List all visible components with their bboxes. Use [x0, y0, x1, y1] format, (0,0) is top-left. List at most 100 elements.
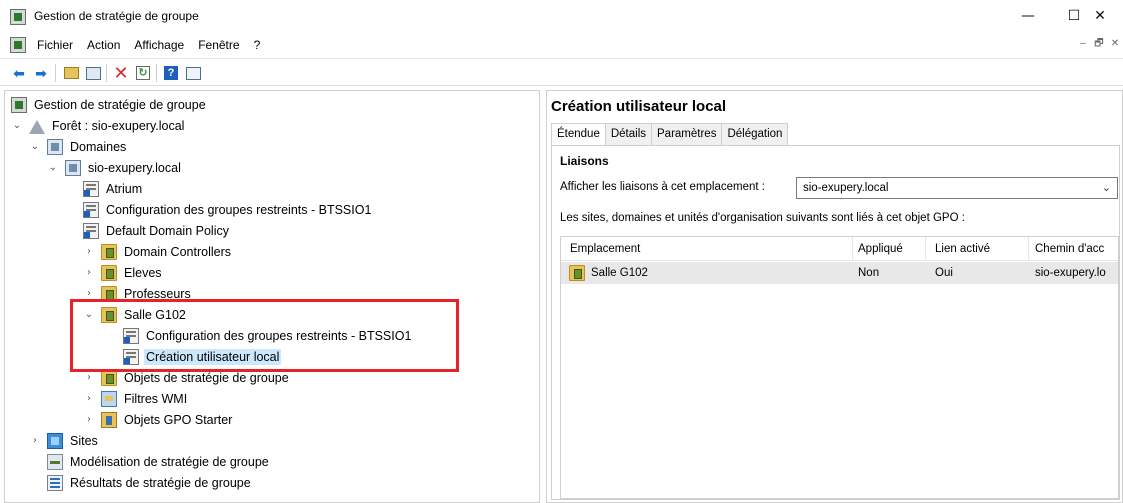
tab-details[interactable]: Détails	[604, 123, 653, 145]
sites-icon	[47, 432, 63, 449]
menu-action[interactable]: Action	[86, 38, 121, 52]
gpo-link-icon	[83, 180, 99, 197]
tab-delegation[interactable]: Délégation	[721, 123, 789, 145]
menu-fichier[interactable]: Fichier	[36, 38, 74, 52]
tab-parametres[interactable]: Paramètres	[651, 123, 723, 145]
tree-item-starter-gpo[interactable]: › Objets GPO Starter	[83, 409, 234, 430]
column-lien-active[interactable]: Lien activé	[935, 237, 990, 261]
mdi-minimize-button[interactable]: –	[1075, 36, 1091, 52]
chevron-right-icon[interactable]: ›	[83, 246, 95, 258]
chevron-down-icon[interactable]: ⌄	[1102, 178, 1111, 198]
tree-item-label: Atrium	[106, 181, 143, 196]
column-applique[interactable]: Appliqué	[858, 237, 903, 261]
tree-item-atrium[interactable]: Atrium	[83, 178, 144, 199]
menu-affichage[interactable]: Affichage	[133, 38, 185, 52]
cell-enforced: Non	[858, 267, 880, 279]
tree-root[interactable]: Gestion de stratégie de groupe	[11, 94, 208, 115]
chevron-right-icon[interactable]: ›	[83, 267, 95, 279]
forest-icon	[29, 118, 45, 134]
tree-sites[interactable]: › Sites	[29, 430, 100, 451]
tree-item-salle-config[interactable]: Configuration des groupes restreints - B…	[123, 325, 413, 346]
mdi-close-button[interactable]: ✕	[1107, 36, 1123, 52]
cell-path: sio-exupery.lo	[1035, 267, 1106, 279]
menu-bar: Fichier Action Affichage Fenêtre ? – 🗗 ✕	[0, 34, 1123, 56]
tree-domains-label: Domaines	[70, 139, 127, 154]
table-row[interactable]: Salle G102 Non Oui sio-exupery.lo	[561, 262, 1118, 284]
tree-forest-label: Forêt : sio-exupery.local	[52, 118, 185, 133]
tree-item-label: Eleves	[124, 265, 162, 280]
tree-item-salle-g102[interactable]: ⌄ Salle G102	[83, 304, 188, 325]
mdi-restore-button[interactable]: 🗗	[1091, 36, 1107, 52]
tree-sites-label: Sites	[70, 433, 98, 448]
gpo-link-icon	[123, 327, 139, 344]
tree-item-wmi-filters[interactable]: › Filtres WMI	[83, 388, 189, 409]
tree-item-config-restricted[interactable]: Configuration des groupes restreints - B…	[83, 199, 373, 220]
chevron-down-icon[interactable]: ⌄	[29, 141, 41, 153]
tree-item-label: Salle G102	[124, 307, 186, 322]
location-select-value: sio-exupery.local	[803, 182, 889, 194]
starter-gpo-icon	[101, 411, 117, 428]
chevron-right-icon[interactable]: ›	[83, 414, 95, 426]
menu-fenetre[interactable]: Fenêtre	[197, 38, 240, 52]
back-arrow-icon[interactable]: ⬅	[10, 64, 28, 82]
section-title: Liaisons	[560, 154, 609, 168]
chevron-right-icon[interactable]: ›	[83, 393, 95, 405]
tree-item-label: Default Domain Policy	[106, 223, 229, 238]
tab-etendue[interactable]: Étendue	[551, 123, 606, 146]
refresh-icon[interactable]: ↻	[134, 64, 152, 82]
gpo-link-icon	[123, 348, 139, 365]
app-icon	[10, 9, 26, 25]
column-separator[interactable]	[1028, 237, 1029, 261]
up-folder-icon[interactable]	[62, 64, 80, 82]
gpo-link-icon	[83, 201, 99, 218]
console-tree: Gestion de stratégie de groupe ⌄ Forêt :…	[4, 90, 540, 503]
tree-forest[interactable]: ⌄ Forêt : sio-exupery.local	[11, 115, 186, 136]
tree-item-professeurs[interactable]: › Professeurs	[83, 283, 193, 304]
chevron-right-icon[interactable]: ›	[83, 372, 95, 384]
tree-item-label: Objets GPO Starter	[124, 412, 233, 427]
mmc-icon[interactable]	[10, 37, 26, 53]
tree-item-eleves[interactable]: › Eleves	[83, 262, 164, 283]
tree-item-label: Configuration des groupes restreints - B…	[146, 328, 412, 343]
tree-modeling[interactable]: Modélisation de stratégie de groupe	[47, 451, 271, 472]
column-separator[interactable]	[852, 237, 853, 261]
column-separator[interactable]	[925, 237, 926, 261]
tree-results[interactable]: Résultats de stratégie de groupe	[47, 472, 253, 493]
chevron-down-icon[interactable]: ⌄	[83, 309, 95, 321]
modeling-icon	[47, 453, 63, 470]
menu-help[interactable]: ?	[253, 38, 262, 52]
gpmc-icon	[11, 96, 27, 113]
details-title: Création utilisateur local	[551, 98, 727, 115]
gpo-link-icon	[83, 222, 99, 239]
close-button[interactable]: ✕	[1077, 4, 1123, 28]
tree-item-label: Professeurs	[124, 286, 191, 301]
delete-icon[interactable]: ✕	[112, 63, 130, 83]
chevron-right-icon[interactable]: ›	[29, 435, 41, 447]
location-select[interactable]: sio-exupery.local ⌄	[796, 177, 1118, 199]
help-icon[interactable]: ?	[162, 64, 180, 82]
details-pane: Création utilisateur local Étendue Détai…	[546, 90, 1123, 503]
gpo-container-icon	[101, 369, 117, 386]
linked-description: Les sites, domaines et unités d'organisa…	[560, 212, 965, 224]
tree-domains[interactable]: ⌄ Domaines	[29, 136, 128, 157]
properties-icon[interactable]	[184, 64, 202, 82]
column-chemin[interactable]: Chemin d'acc	[1035, 237, 1104, 261]
toolbar-separator	[55, 64, 56, 82]
chevron-down-icon[interactable]: ⌄	[47, 162, 59, 174]
forward-arrow-icon[interactable]: ➡	[32, 64, 50, 82]
tree-item-label: Filtres WMI	[124, 391, 188, 406]
toolbar-separator	[156, 64, 157, 82]
show-links-label: Afficher les liaisons à cet emplacement …	[560, 181, 765, 193]
tree-item-domain-controllers[interactable]: › Domain Controllers	[83, 241, 233, 262]
minimize-button[interactable]: —	[1005, 4, 1051, 28]
tree-item-gpo-objects[interactable]: › Objets de stratégie de groupe	[83, 367, 291, 388]
show-hide-tree-icon[interactable]	[84, 64, 102, 82]
tree-item-salle-creation[interactable]: Création utilisateur local	[123, 346, 282, 367]
column-emplacement[interactable]: Emplacement	[570, 237, 640, 261]
cell-enabled: Oui	[935, 267, 953, 279]
chevron-right-icon[interactable]: ›	[83, 288, 95, 300]
tree-item-label: Domain Controllers	[124, 244, 231, 259]
chevron-down-icon[interactable]: ⌄	[11, 120, 23, 132]
tree-domain[interactable]: ⌄ sio-exupery.local	[47, 157, 183, 178]
tree-item-default-domain-policy[interactable]: Default Domain Policy	[83, 220, 231, 241]
